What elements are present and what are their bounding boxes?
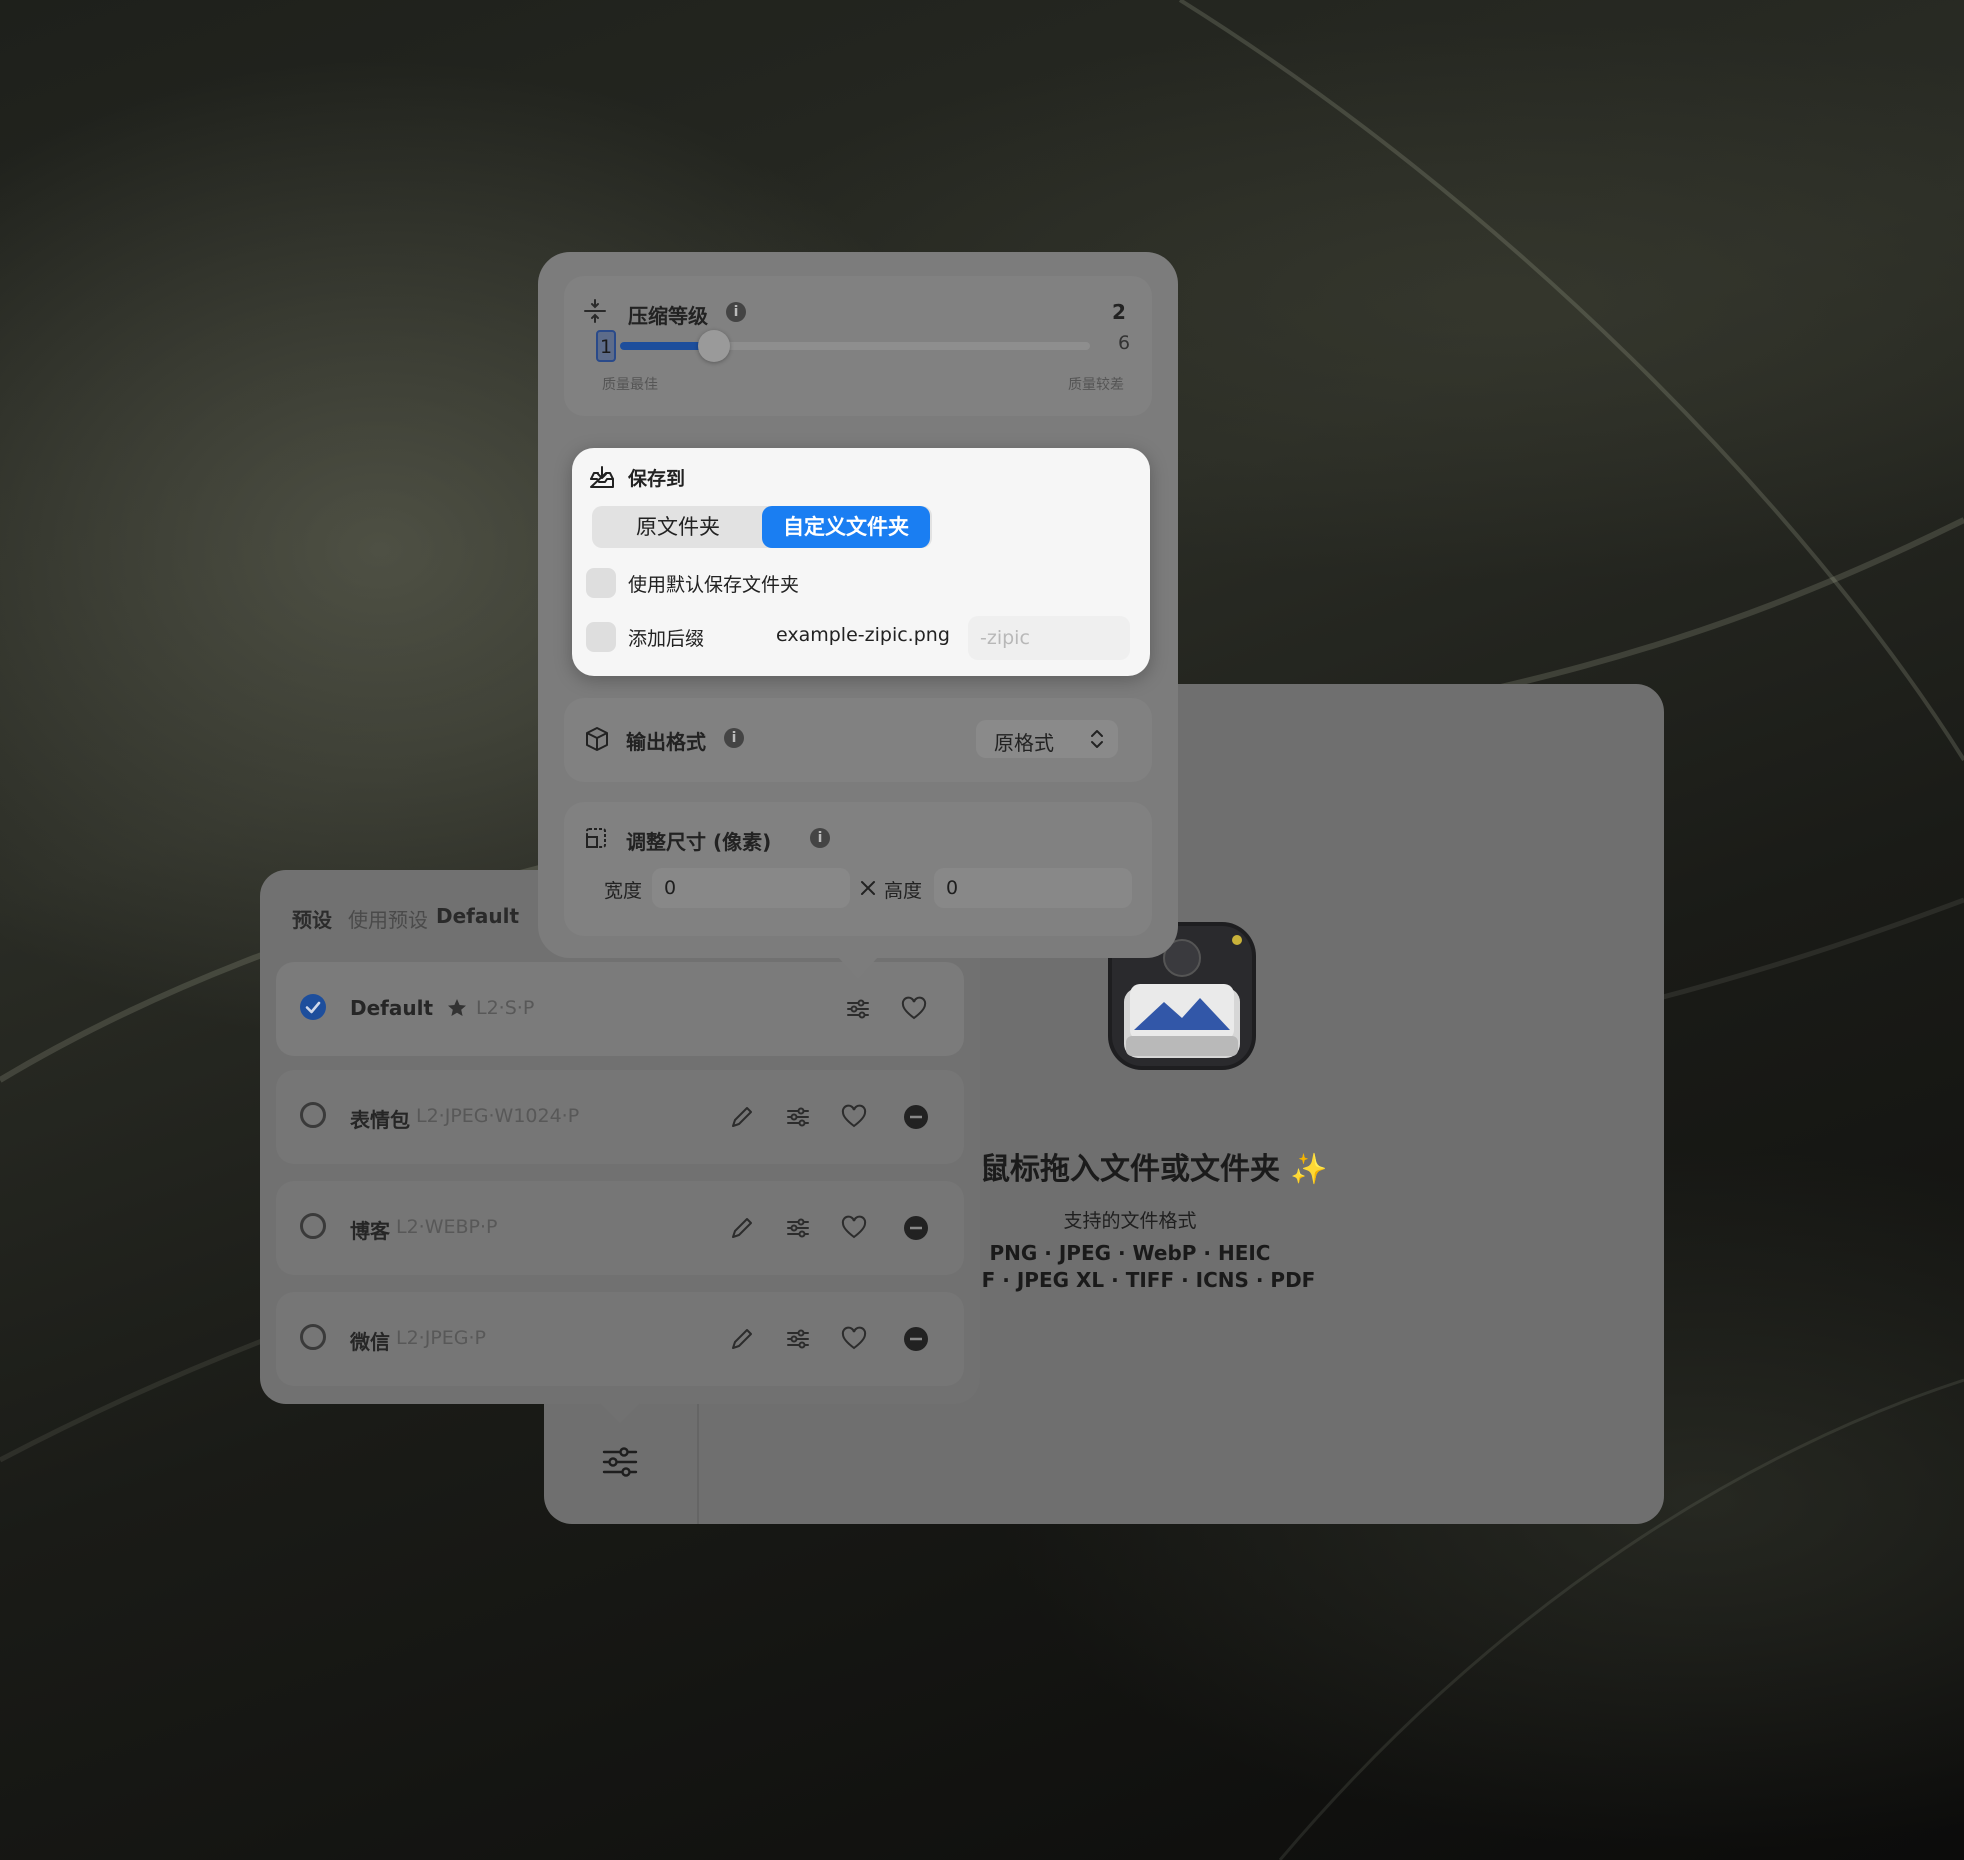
info-icon[interactable]: i (724, 728, 744, 748)
compression-slider-track[interactable] (620, 330, 1090, 362)
preset-detail: L2·JPEG·W1024·P (416, 1105, 580, 1127)
option-original-folder[interactable]: 原文件夹 (596, 510, 760, 544)
presets-popover-arrow (600, 1403, 640, 1423)
heart-icon[interactable] (840, 1214, 868, 1242)
slider-max-value: 6 (1118, 332, 1131, 354)
preset-row-wechat[interactable]: 微信 L2·JPEG·P (276, 1292, 964, 1386)
compression-slider-thumb[interactable] (698, 330, 730, 362)
save-to-card: 保存到 原文件夹 自定义文件夹 使用默认保存文件夹 添加后缀 example-z… (572, 448, 1150, 676)
preset-detail: L2·S·P (476, 997, 535, 1019)
use-preset-label: 使用预设 (348, 908, 428, 932)
compression-value: 2 (1112, 300, 1126, 324)
height-input[interactable]: 0 (934, 868, 1132, 908)
presets-title: 预设 (292, 908, 332, 932)
pencil-icon[interactable] (728, 1103, 756, 1131)
compression-card: 压缩等级 i 2 1 6 质量最佳 质量较差 (564, 276, 1152, 416)
heart-icon[interactable] (840, 1325, 868, 1353)
save-location-segmented: 原文件夹 自定义文件夹 (592, 506, 932, 548)
star-icon (448, 999, 466, 1016)
slider-max-caption: 质量较差 (1068, 377, 1124, 393)
preset-row-emoji[interactable]: 表情包 L2·JPEG·W1024·P (276, 1070, 964, 1164)
preset-row-blog[interactable]: 博客 L2·WEBP·P (276, 1181, 964, 1275)
output-format-label: 输出格式 (626, 730, 706, 754)
slider-min-value: 1 (596, 330, 616, 362)
sliders-icon[interactable] (844, 995, 872, 1023)
remove-icon[interactable] (902, 1214, 930, 1242)
compression-label: 压缩等级 (628, 304, 708, 328)
compress-icon (584, 299, 606, 323)
preset-radio[interactable] (300, 1102, 326, 1128)
multiply-icon (861, 881, 875, 895)
remove-icon[interactable] (902, 1103, 930, 1131)
heart-icon[interactable] (900, 995, 928, 1023)
output-format-card: 输出格式 i 原格式 (564, 698, 1152, 782)
slider-min-caption: 质量最佳 (602, 377, 658, 393)
sliders-icon[interactable] (784, 1325, 812, 1353)
example-filename: example-zipic.png (776, 624, 950, 646)
preset-detail: L2·JPEG·P (396, 1327, 486, 1349)
use-default-folder-label: 使用默认保存文件夹 (628, 574, 800, 596)
sliders-icon[interactable] (784, 1214, 812, 1242)
save-to-label: 保存到 (628, 468, 686, 490)
preset-radio[interactable] (300, 1324, 326, 1350)
width-input[interactable]: 0 (652, 868, 850, 908)
sliders-icon[interactable] (784, 1103, 812, 1131)
width-label: 宽度 (604, 880, 643, 902)
output-format-value: 原格式 (994, 731, 1054, 755)
resize-card: 调整尺寸 (像素) i 宽度 0 高度 0 (564, 802, 1152, 936)
tray-download-icon (590, 466, 614, 488)
sliders-icon[interactable] (598, 1440, 642, 1484)
cube-icon (586, 727, 608, 751)
add-suffix-label: 添加后缀 (628, 628, 705, 650)
pencil-icon[interactable] (728, 1325, 756, 1353)
pencil-icon[interactable] (728, 1214, 756, 1242)
output-format-dropdown[interactable]: 原格式 (976, 720, 1118, 758)
info-icon[interactable]: i (810, 828, 830, 848)
add-suffix-checkbox[interactable] (586, 622, 616, 652)
use-default-folder-checkbox[interactable] (586, 568, 616, 598)
preset-name: 微信 (350, 1330, 390, 1354)
remove-icon[interactable] (902, 1325, 930, 1353)
height-label: 高度 (884, 880, 923, 902)
preset-radio[interactable] (300, 1213, 326, 1239)
resize-label: 调整尺寸 (像素) (626, 830, 772, 854)
settings-popover-arrow (838, 957, 878, 979)
preset-name: Default (350, 996, 434, 1020)
option-custom-folder[interactable]: 自定义文件夹 (762, 506, 930, 548)
info-icon[interactable]: i (726, 302, 746, 322)
resize-icon (586, 828, 606, 848)
current-preset-name: Default (436, 904, 520, 928)
preset-detail: L2·WEBP·P (396, 1216, 498, 1238)
checkmark-icon (305, 1001, 321, 1014)
preset-name: 表情包 (350, 1108, 410, 1132)
suffix-input[interactable]: -zipic (968, 616, 1130, 660)
settings-popover: 压缩等级 i 2 1 6 质量最佳 质量较差 保存到 原文件夹 自定义文件夹 使… (538, 252, 1178, 958)
heart-icon[interactable] (840, 1103, 868, 1131)
preset-name: 博客 (350, 1219, 390, 1243)
chevron-up-down-icon (1091, 730, 1103, 748)
preset-radio-selected[interactable] (300, 994, 326, 1020)
